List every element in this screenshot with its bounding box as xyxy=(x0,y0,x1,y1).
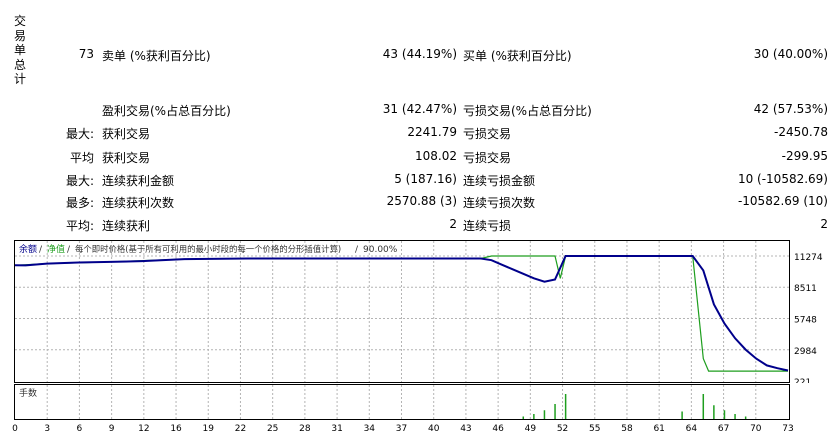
row-value-2: 10 (-10582.69) xyxy=(737,172,828,186)
row-label-1: 盈利交易(%占总百分比) xyxy=(102,104,231,118)
row-value-1: 2570.88 (3) xyxy=(386,194,457,208)
row-label-2: 亏损交易 xyxy=(463,151,512,165)
row-label-1: 连续获利 xyxy=(102,219,151,233)
chart-x-axis: 0 3 6 9 12 16 19 22 25 28 31 34 37 40 43 46 49 52 55 58 61 64… xyxy=(12,424,794,434)
row-value-1: 2 xyxy=(449,217,457,231)
row-value-2: 2 xyxy=(820,217,828,231)
sell-label: 卖单 (%获利百分比) xyxy=(102,49,211,63)
x-tick-label: 22 xyxy=(235,424,246,434)
y-tick-label: 11274 xyxy=(794,253,823,263)
row-value-1: 5 (187.16) xyxy=(394,172,457,186)
x-tick-label: 49 xyxy=(525,424,537,434)
row-prefix: 平均: xyxy=(65,219,94,233)
x-tick-label: 73 xyxy=(782,424,793,434)
row-value-1: 2241.79 xyxy=(407,125,457,139)
x-tick-label: 0 xyxy=(12,424,18,434)
x-tick-label: 25 xyxy=(267,424,278,434)
row-value-2: -10582.69 (10) xyxy=(737,194,828,208)
buy-value: 30 (40.00%) xyxy=(753,47,828,61)
x-tick-label: 12 xyxy=(138,424,149,434)
x-tick-label: 46 xyxy=(492,424,504,434)
row-label-1: 连续获利次数 xyxy=(102,196,175,210)
x-tick-label: 16 xyxy=(170,424,182,434)
x-tick-label: 28 xyxy=(299,424,311,434)
row-label-2: 亏损交易(%占总百分比) xyxy=(463,104,592,118)
row-prefix: 平均 xyxy=(69,151,94,165)
sell-value: 43 (44.19%) xyxy=(382,47,457,61)
balance-equity-chart: 11274851157482984221 余额 / 净值 / 每个即时价格(基于… xyxy=(14,240,823,383)
x-tick-label: 70 xyxy=(750,424,762,434)
legend-equity: 净值 xyxy=(47,243,65,255)
y-tick-label: 8511 xyxy=(794,284,817,294)
x-tick-label: 55 xyxy=(589,424,600,434)
x-tick-label: 40 xyxy=(428,424,440,434)
chart-y-axis: 11274 8511 5748 2984 221 xyxy=(794,253,823,383)
row-label-1: 连续获利金额 xyxy=(102,174,175,188)
legend-balance: 余额 xyxy=(19,243,37,255)
y-tick-label: 221 xyxy=(794,378,811,383)
buy-label: 买单 (%获利百分比) xyxy=(463,49,572,63)
row-label-2: 连续亏损金额 xyxy=(463,174,536,188)
x-tick-label: 34 xyxy=(364,424,376,434)
x-tick-label: 6 xyxy=(77,424,83,434)
x-tick-label: 9 xyxy=(109,424,115,434)
x-tick-label: 37 xyxy=(396,424,407,434)
row-label-2: 连续亏损次数 xyxy=(463,196,536,210)
legend-quality: 90.00% xyxy=(363,245,398,255)
volume-panel: 手数 xyxy=(14,384,790,420)
row-value-2: 42 (57.53%) xyxy=(753,102,828,116)
x-tick-label: 61 xyxy=(653,424,664,434)
legend-model: 每个即时价格(基于所有可利用的最小时段的每一个价格的分形插值计算) xyxy=(75,244,341,254)
row-label-2: 亏损交易 xyxy=(463,127,512,141)
x-tick-label: 58 xyxy=(621,424,633,434)
x-tick-label: 43 xyxy=(460,424,471,434)
x-tick-label: 19 xyxy=(203,424,215,434)
row-prefix: 最大: xyxy=(65,174,94,188)
y-tick-label: 5748 xyxy=(794,315,817,325)
x-tick-label: 67 xyxy=(718,424,729,434)
x-tick-label: 52 xyxy=(557,424,568,434)
x-tick-label: 3 xyxy=(44,424,50,434)
row-value-1: 31 (42.47%) xyxy=(382,102,457,116)
row-prefix: 最多: xyxy=(65,196,94,210)
row-label-2: 连续亏损 xyxy=(463,219,512,233)
x-tick-label: 64 xyxy=(686,424,698,434)
row-value-1: 108.02 xyxy=(415,149,457,163)
row-value-2: -299.95 xyxy=(781,149,828,163)
summary-side-label: 交易单总计 xyxy=(14,14,27,86)
y-tick-label: 2984 xyxy=(794,347,817,357)
x-tick-label: 31 xyxy=(331,424,342,434)
row-label-1: 获利交易 xyxy=(102,151,151,165)
row-prefix: 最大: xyxy=(65,127,94,141)
row-value-2: -2450.78 xyxy=(774,125,828,139)
volume-label: 手数 xyxy=(19,387,37,399)
row-label-1: 获利交易 xyxy=(102,127,151,141)
total-trades: 73 xyxy=(78,47,94,61)
